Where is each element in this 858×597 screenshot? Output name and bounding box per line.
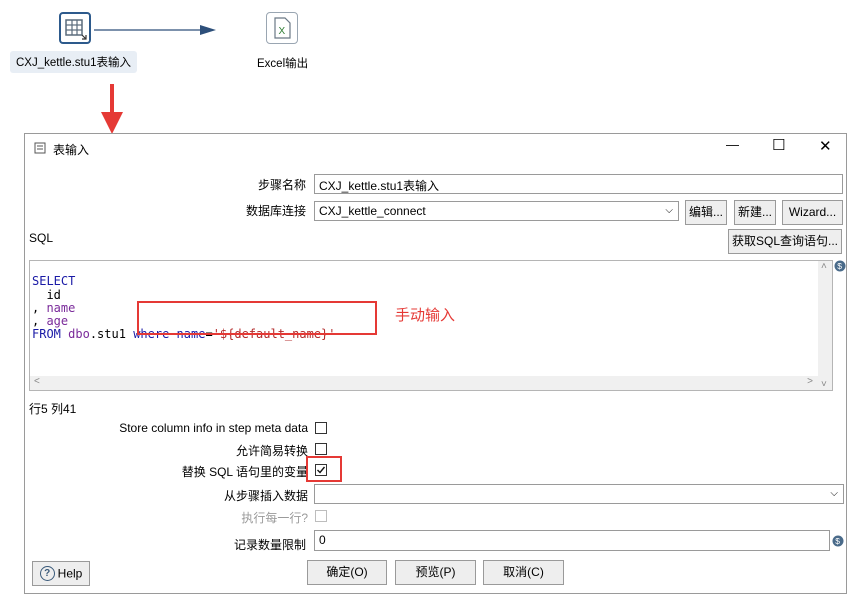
- scroll-left-icon[interactable]: <: [34, 376, 40, 387]
- excel-output-node[interactable]: X: [266, 12, 298, 44]
- sql-horizontal-scrollbar[interactable]: < >: [30, 376, 818, 390]
- insert-data-from-step-label: 从步骤插入数据: [223, 489, 308, 503]
- hop-arrow[interactable]: [92, 22, 272, 38]
- help-label: Help: [57, 566, 83, 581]
- db-connection-label: 数据库连接: [245, 204, 306, 218]
- variable-indicator-icon: $: [832, 535, 844, 547]
- sql-where-highlight-box: [137, 301, 377, 335]
- allow-lazy-conversion-label: 允许简易转换: [235, 444, 308, 458]
- limit-input[interactable]: 0: [314, 530, 830, 551]
- excel-file-icon: X: [274, 17, 291, 39]
- dialog-title-bar: 表输入 — ☐ ✕: [25, 134, 846, 162]
- sql-age-field: age: [46, 314, 69, 329]
- dialog-title: 表输入: [53, 143, 90, 157]
- sql-schema: dbo: [68, 327, 90, 342]
- cancel-button[interactable]: 取消(C): [483, 560, 564, 585]
- limit-label: 记录数量限制: [233, 538, 306, 552]
- scroll-up-icon[interactable]: ˄: [821, 261, 827, 272]
- scroll-down-icon[interactable]: ˅: [821, 379, 827, 390]
- step-name-input[interactable]: CXJ_kettle.stu1表输入: [314, 174, 843, 194]
- svg-text:X: X: [279, 26, 286, 37]
- transformation-canvas: CXJ_kettle.stu1表输入 X Excel输出: [0, 0, 858, 134]
- chevron-down-icon: ⌵: [665, 205, 673, 216]
- sql-from-keyword: FROM: [32, 327, 61, 342]
- execute-each-row-checkbox[interactable]: [315, 510, 327, 522]
- sql-table: dbo.stu1: [68, 327, 126, 342]
- allow-lazy-conversion-checkbox[interactable]: [315, 443, 327, 455]
- table-icon: [65, 19, 87, 40]
- db-connection-select[interactable]: CXJ_kettle_connect ⌵: [314, 201, 679, 221]
- store-column-info-label: Store column info in step meta data: [119, 421, 308, 435]
- help-button[interactable]: ? Help: [32, 561, 90, 586]
- preview-button[interactable]: 预览(P): [395, 560, 476, 585]
- sql-vertical-scrollbar[interactable]: ˄ ˅: [818, 261, 832, 390]
- sql-name-field: name: [46, 300, 76, 315]
- sql-select-keyword: SELECT: [32, 274, 76, 289]
- insert-data-from-step-select[interactable]: ⌵: [314, 484, 844, 504]
- store-column-info-checkbox[interactable]: [315, 422, 327, 434]
- step-name-label: 步骤名称: [257, 178, 306, 192]
- wizard-button[interactable]: Wizard...: [782, 200, 843, 225]
- table-input-small-icon: [34, 142, 46, 154]
- sql-label: SQL: [29, 231, 54, 245]
- svg-text:$: $: [835, 536, 840, 546]
- help-icon: ?: [39, 566, 55, 582]
- maximize-button[interactable]: ☐: [772, 136, 785, 154]
- svg-text:$: $: [837, 261, 842, 271]
- ok-button[interactable]: 确定(O): [307, 560, 387, 585]
- variable-indicator-icon: $: [834, 260, 846, 272]
- sql-id-field: id: [46, 287, 61, 302]
- close-button[interactable]: ✕: [819, 137, 832, 155]
- new-connection-button[interactable]: 新建...: [734, 200, 776, 225]
- cursor-position: 行5 列41: [29, 402, 77, 416]
- table-input-node-label: CXJ_kettle.stu1表输入: [10, 51, 138, 73]
- db-connection-value: CXJ_kettle_connect: [319, 204, 426, 218]
- scroll-right-icon[interactable]: >: [807, 376, 813, 387]
- get-sql-button[interactable]: 获取SQL查询语句...: [728, 229, 842, 254]
- replace-variables-label: 替换 SQL 语句里的变量: [181, 465, 308, 479]
- table-input-node[interactable]: [59, 12, 91, 44]
- manual-input-annotation: 手动输入: [395, 307, 456, 324]
- red-down-arrow: [101, 84, 123, 134]
- execute-each-row-label: 执行每一行?: [241, 511, 308, 525]
- chevron-down-icon: ⌵: [830, 488, 838, 499]
- table-input-dialog: 表输入 — ☐ ✕ 步骤名称 CXJ_kettle.stu1表输入 数据库连接 …: [24, 133, 847, 594]
- edit-connection-button[interactable]: 编辑...: [685, 200, 727, 225]
- replace-variables-highlight-box: [306, 456, 342, 482]
- minimize-button[interactable]: —: [726, 137, 739, 152]
- excel-output-node-label: Excel输出: [257, 58, 309, 70]
